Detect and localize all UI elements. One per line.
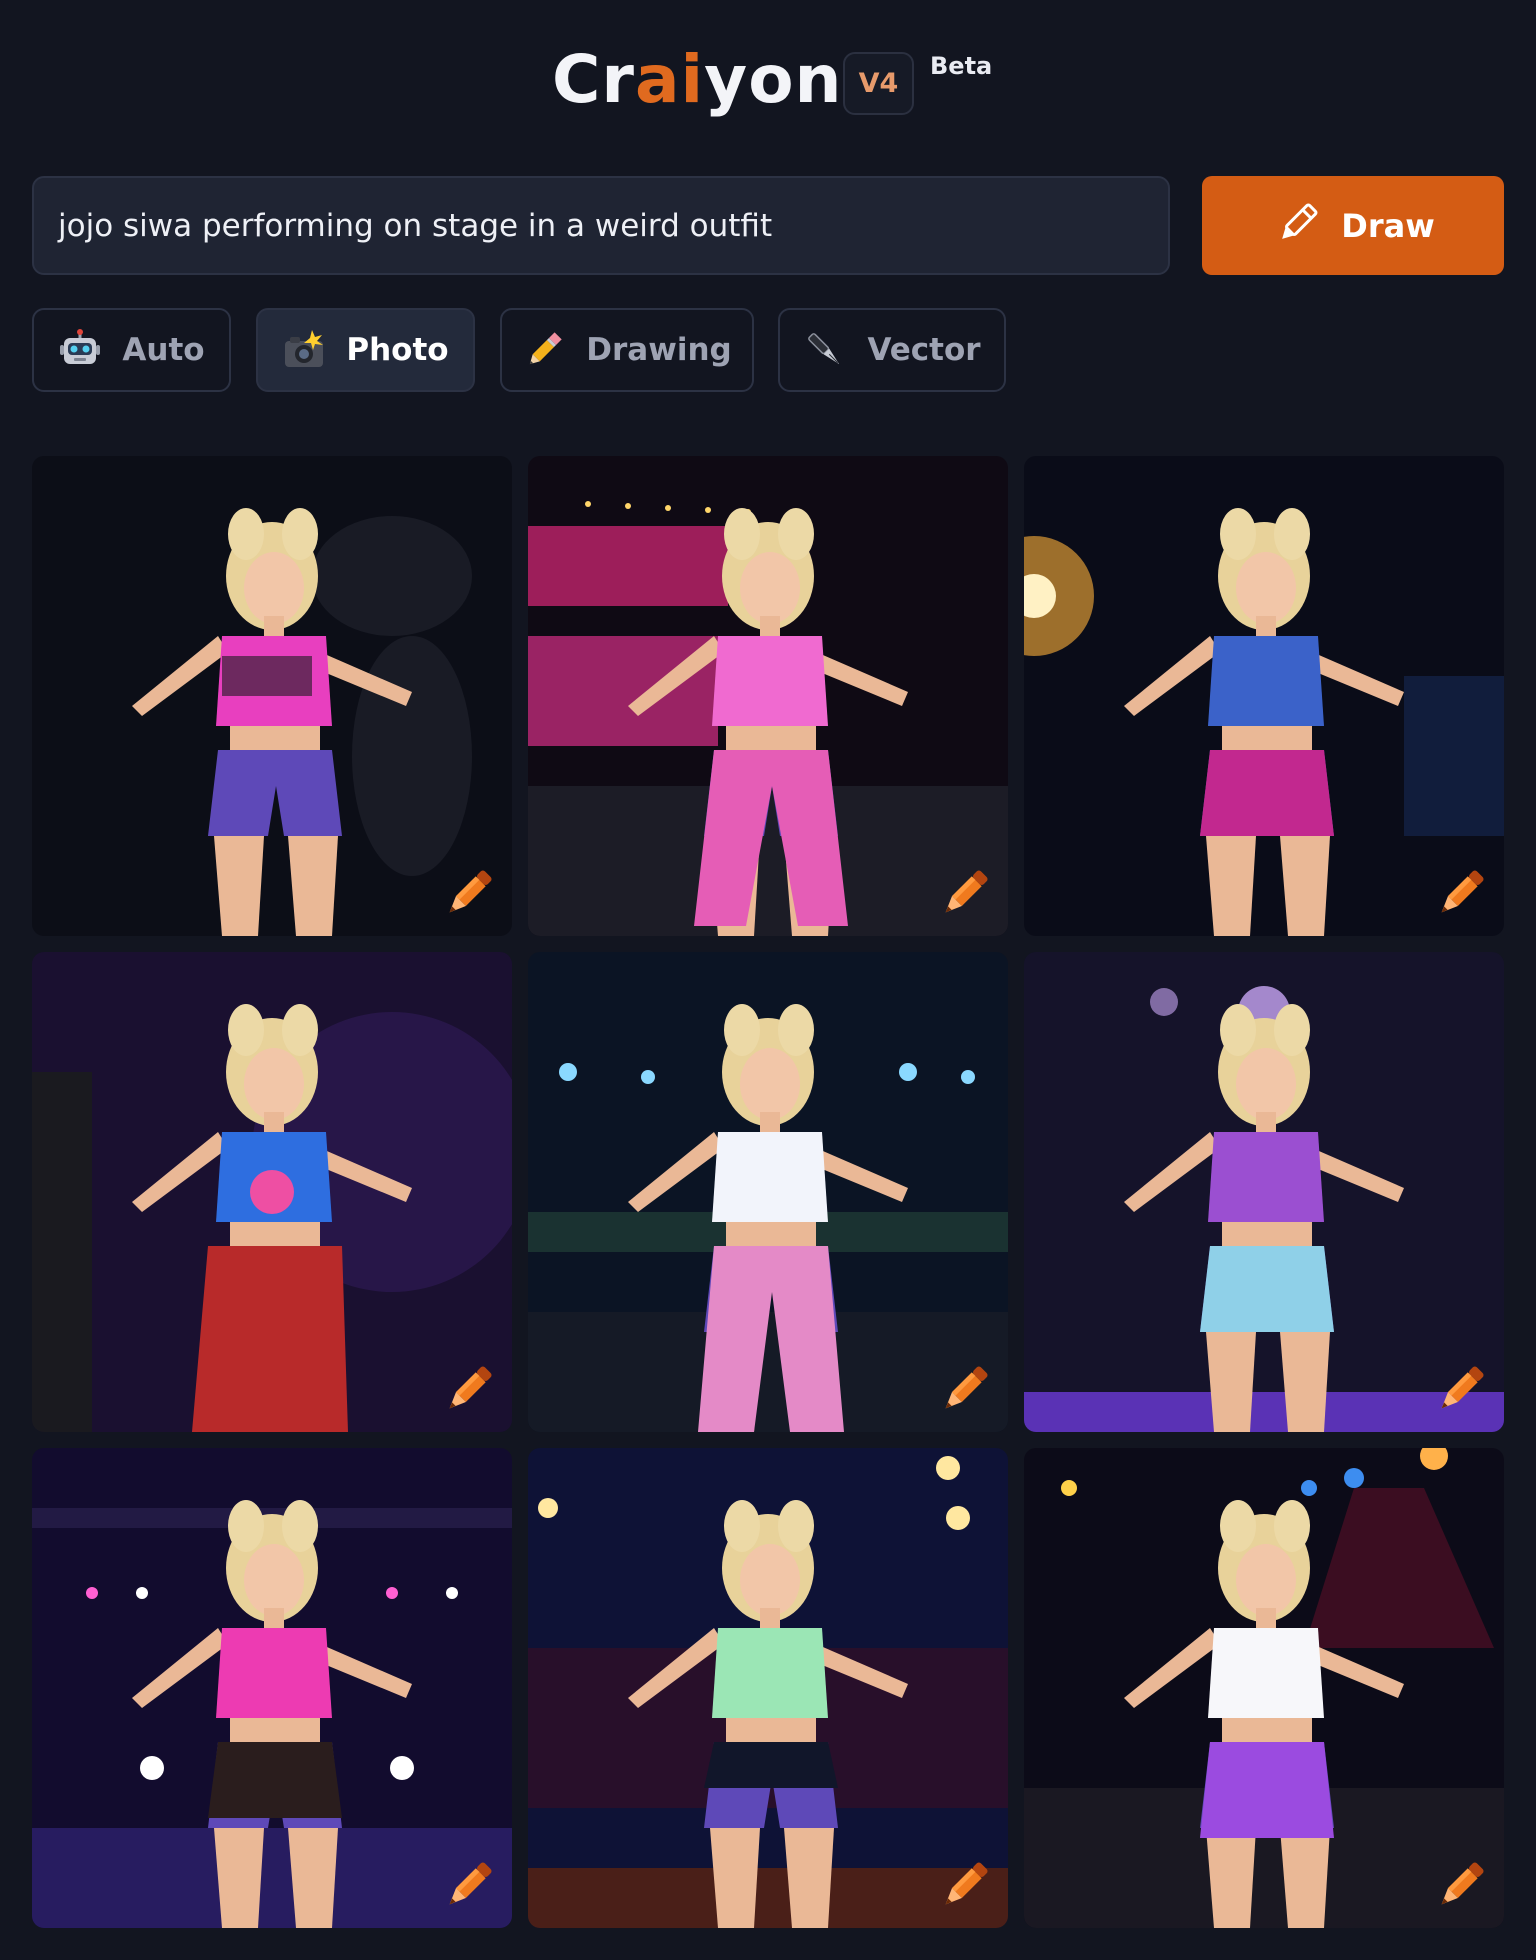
result-image-4[interactable] — [32, 952, 512, 1432]
edit-pencil-icon[interactable] — [934, 1360, 994, 1420]
pen-nib-icon — [803, 328, 847, 372]
result-image-5[interactable] — [528, 952, 1008, 1432]
result-image-6[interactable] — [1024, 952, 1504, 1432]
header: Craiyon V4 Beta — [0, 0, 1536, 150]
logo-text-end: yon — [704, 41, 843, 118]
mode-label-photo: Photo — [346, 332, 449, 368]
result-image-8[interactable] — [528, 1448, 1008, 1928]
mode-tab-vector[interactable]: Vector — [778, 308, 1006, 392]
edit-pencil-icon[interactable] — [934, 864, 994, 924]
logo-text-accent: ai — [635, 41, 705, 118]
draw-button[interactable]: Draw — [1202, 176, 1504, 275]
edit-pencil-icon[interactable] — [934, 1856, 994, 1916]
camera-flash-icon — [282, 328, 326, 372]
mode-label-vector: Vector — [867, 332, 981, 368]
mode-tab-auto[interactable]: Auto — [32, 308, 231, 392]
edit-pencil-icon[interactable] — [1430, 1360, 1490, 1420]
craiyon-logo[interactable]: Craiyon — [552, 40, 843, 120]
edit-pencil-icon[interactable] — [438, 1360, 498, 1420]
logo-text-start: Cr — [552, 41, 635, 118]
mode-tab-drawing[interactable]: Drawing — [500, 308, 754, 392]
pencil-icon — [1271, 198, 1323, 254]
result-image-1[interactable] — [32, 456, 512, 936]
prompt-input[interactable]: jojo siwa performing on stage in a weird… — [32, 176, 1170, 275]
mode-label-auto: Auto — [122, 332, 205, 368]
edit-pencil-icon[interactable] — [1430, 1856, 1490, 1916]
draw-label: Draw — [1341, 206, 1435, 245]
pencil-icon — [522, 328, 566, 372]
beta-label: Beta — [930, 52, 993, 80]
result-image-3[interactable] — [1024, 456, 1504, 936]
result-image-9[interactable] — [1024, 1448, 1504, 1928]
edit-pencil-icon[interactable] — [438, 864, 498, 924]
result-image-7[interactable] — [32, 1448, 512, 1928]
mode-tab-photo[interactable]: Photo — [256, 308, 475, 392]
version-badge: V4 — [843, 52, 914, 115]
result-image-2[interactable] — [528, 456, 1008, 936]
mode-label-drawing: Drawing — [586, 332, 732, 368]
prompt-text: jojo siwa performing on stage in a weird… — [58, 207, 773, 244]
edit-pencil-icon[interactable] — [438, 1856, 498, 1916]
robot-icon — [58, 328, 102, 372]
edit-pencil-icon[interactable] — [1430, 864, 1490, 924]
